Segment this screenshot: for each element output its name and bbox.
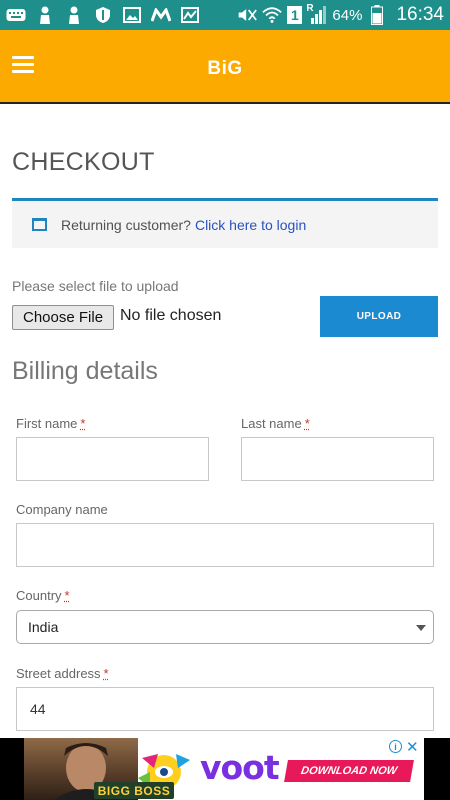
battery-percent: 64% (332, 6, 363, 24)
notification-icon (64, 6, 84, 24)
country-select[interactable]: India (16, 610, 434, 644)
returning-customer-notice: Returning customer? Click here to login (12, 198, 438, 248)
last-name-label-text: Last name (241, 416, 302, 431)
country-label-text: Country (16, 588, 62, 603)
image-icon (122, 6, 142, 24)
status-bar-system: 1 R 64% 16:34 (237, 3, 444, 26)
gallery-icon (180, 6, 200, 24)
first-name-label: First name * (16, 416, 85, 431)
country-label: Country * (16, 588, 70, 603)
upload-label: Please select file to upload (12, 278, 179, 294)
page-title: CHECKOUT (12, 148, 155, 176)
status-bar-notifications (6, 6, 200, 24)
first-name-field[interactable] (16, 437, 209, 481)
login-link[interactable]: Click here to login (195, 217, 306, 233)
billing-details-heading: Billing details (12, 357, 158, 385)
first-name-label-text: First name (16, 416, 78, 431)
ad-show-name: BIGG BOSS (94, 782, 174, 799)
no-file-chosen-text: No file chosen (120, 307, 222, 324)
company-name-label: Company name (16, 502, 108, 517)
messaging-icon (151, 6, 171, 24)
last-name-label: Last name * (241, 416, 310, 431)
wifi-icon (262, 6, 283, 24)
ad-creative[interactable]: BIGG BOSS voot DOWNLOAD NOW i ✕ (24, 738, 424, 800)
company-name-label-text: Company name (16, 502, 108, 517)
ad-banner[interactable]: BIGG BOSS voot DOWNLOAD NOW i ✕ (0, 738, 450, 800)
street-address-label: Street address * (16, 666, 109, 681)
street-address-field[interactable]: 44 (16, 687, 434, 731)
notification-icon (35, 6, 55, 24)
required-mark: * (80, 416, 86, 431)
required-mark: * (103, 666, 109, 681)
app-title: BiG (207, 58, 243, 79)
ad-download-button[interactable]: DOWNLOAD NOW (284, 760, 414, 782)
mute-icon (237, 6, 258, 24)
ad-close-icon[interactable]: ✕ (406, 738, 419, 756)
returning-customer-text: Returning customer? (61, 216, 191, 233)
last-name-field[interactable] (241, 437, 434, 481)
upload-button[interactable]: UPLOAD (320, 296, 438, 337)
clock: 16:34 (396, 4, 444, 25)
required-mark: * (64, 588, 70, 603)
app-bar: BiG (0, 30, 450, 104)
sim-slot-badge: 1 (287, 6, 303, 24)
ad-info-icon[interactable]: i (389, 740, 402, 753)
battery-icon (367, 5, 387, 25)
country-selected-value: India (28, 619, 59, 635)
keyboard-icon (6, 6, 26, 24)
required-mark: * (304, 416, 310, 431)
choose-file-button[interactable]: Choose File (12, 305, 115, 330)
company-name-field[interactable] (16, 523, 434, 567)
window-icon (32, 218, 47, 231)
shield-icon (93, 6, 113, 24)
street-address-label-text: Street address (16, 666, 101, 681)
dropdown-arrow-icon (416, 625, 426, 631)
ad-brand-logo: voot (200, 748, 280, 787)
status-bar: 1 R 64% 16:34 (0, 0, 450, 30)
signal-icon: R (306, 3, 327, 24)
roaming-indicator: R (306, 3, 314, 14)
